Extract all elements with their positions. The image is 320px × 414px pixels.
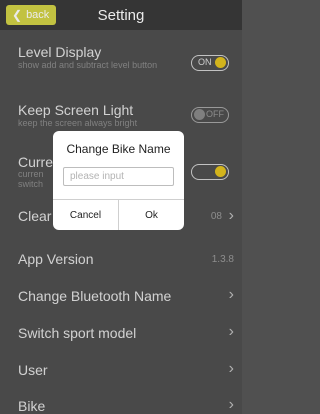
change-bike-name-dialog: Change Bike Name Cancel Ok xyxy=(53,131,184,230)
bike-name-input[interactable] xyxy=(63,167,174,186)
ok-button[interactable]: Ok xyxy=(119,200,184,230)
cancel-button[interactable]: Cancel xyxy=(53,200,118,230)
dialog-title: Change Bike Name xyxy=(66,142,171,156)
